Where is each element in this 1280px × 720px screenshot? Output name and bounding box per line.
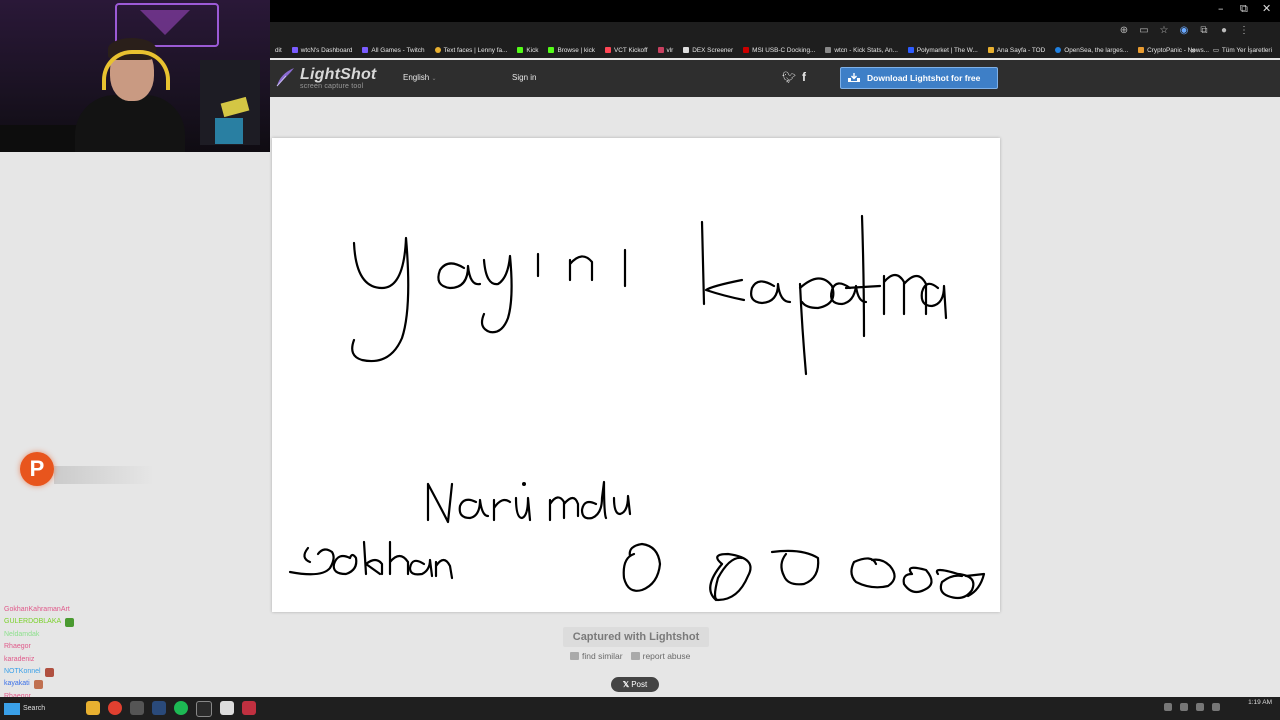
extension-icon[interactable]: ◉ [1178, 25, 1190, 37]
bookmark-item[interactable]: Browse | kick [543, 47, 600, 54]
bookmark-item[interactable]: Kick [512, 47, 543, 54]
bookmark-item[interactable]: MSI USB-C Docking... [738, 47, 820, 54]
star-icon[interactable]: ☆ [1158, 25, 1170, 37]
bookmarks-overflow-button[interactable]: » [1191, 45, 1196, 55]
stream-chat: GokhanKahramanArt GULERDOBLAKA Neldamdak… [4, 604, 75, 703]
twitch-icon [291, 47, 298, 53]
tray-icon[interactable] [1164, 703, 1172, 711]
spotify-icon[interactable] [174, 701, 188, 715]
chat-message: GULERDOBLAKA [4, 616, 75, 628]
bookmark-item[interactable]: dit [270, 47, 287, 54]
vlr-icon [657, 47, 664, 53]
download-button[interactable]: Download Lightshot for free [840, 67, 998, 89]
signin-link[interactable]: Sign in [512, 73, 536, 82]
system-tray [1164, 703, 1220, 711]
stats-icon [825, 47, 832, 53]
zoom-icon[interactable]: ⊕ [1118, 25, 1130, 37]
cloud-download-icon [848, 73, 860, 82]
download-button-label: Download Lightshot for free [867, 73, 981, 83]
screenshot-actions: find similar report abuse [570, 651, 690, 661]
polymarket-icon [907, 47, 914, 53]
windows-start-icon[interactable] [4, 702, 20, 715]
facebook-icon[interactable]: f [802, 70, 806, 84]
install-icon[interactable]: ▭ [1138, 25, 1150, 37]
emote-icon [65, 618, 75, 628]
lightshot-logo[interactable]: LightShot screen capture tool [300, 66, 376, 90]
chat-message: NOTKonnel [4, 666, 74, 678]
p-badge-icon: P [20, 452, 54, 486]
captured-with-lightshot-label[interactable]: Captured with Lightshot [563, 627, 709, 647]
close-button[interactable]: ✕ [1262, 2, 1271, 15]
chat-message: GokhanKahramanArt [4, 606, 70, 613]
bookmark-item[interactable]: vlr [653, 47, 679, 54]
xbox-icon[interactable] [196, 701, 212, 717]
webcam-overlay [0, 0, 270, 152]
msi-icon [743, 47, 750, 53]
chat-message: karadeniz [4, 655, 35, 663]
address-bar-strip: ⊕ ▭ ☆ ◉ ⧉ ● ⋮ [270, 22, 1280, 42]
bookmark-item[interactable]: wtcn - Kick Stats, An... [820, 47, 903, 54]
bookmark-item[interactable]: VCT Kickoff [600, 47, 653, 54]
taskbar-apps [86, 701, 256, 717]
bookmark-item[interactable]: Text faces | Lenny fa... [430, 47, 513, 54]
report-abuse-link[interactable]: report abuse [630, 651, 690, 661]
feather-logo-icon [276, 68, 294, 87]
bookmarks-bar: dit wtcN's Dashboard All Games - Twitch … [270, 42, 1280, 58]
all-bookmarks-link[interactable]: Tüm Yer İşaretleri [1222, 47, 1272, 54]
maximize-button[interactable]: ⧉ [1240, 2, 1248, 16]
steam-icon[interactable] [152, 701, 166, 715]
folder-icon: ▭ [1212, 47, 1219, 54]
chat-message: kayakati [4, 678, 74, 690]
tray-icon[interactable] [1212, 703, 1220, 711]
chrome-icon[interactable] [108, 701, 122, 715]
tray-icon[interactable] [1180, 703, 1188, 711]
app-icon[interactable] [220, 701, 234, 715]
x-post-button[interactable]: 𝕏 Post [611, 677, 659, 692]
language-select[interactable]: English ⌄ [403, 73, 437, 82]
twitch-icon [362, 47, 369, 53]
camera-icon [570, 652, 579, 660]
chevron-down-icon: ⌄ [431, 76, 437, 82]
valorant-icon[interactable] [242, 701, 256, 715]
kick-icon [548, 47, 555, 53]
menu-icon[interactable]: ⋮ [1238, 25, 1250, 37]
bookmark-item[interactable]: DEX Screener [678, 47, 738, 54]
flag-icon [630, 652, 640, 660]
obs-icon[interactable] [130, 701, 144, 715]
handwritten-drawing [288, 214, 986, 602]
bookmark-item[interactable]: Polymarket | The W... [903, 47, 983, 54]
opensea-icon [1055, 47, 1062, 53]
logo-tagline: screen capture tool [300, 83, 364, 90]
p-badge-bar [54, 466, 154, 484]
bookmark-item[interactable]: wtcN's Dashboard [287, 47, 358, 54]
find-similar-link[interactable]: find similar [570, 651, 623, 661]
bookmark-item[interactable]: All Games - Twitch [357, 47, 429, 54]
file-explorer-icon[interactable] [86, 701, 100, 715]
dex-icon [683, 47, 690, 53]
windows-taskbar: Search 1:19 AM [0, 697, 1280, 720]
puzzle-icon[interactable]: ⧉ [1198, 25, 1210, 37]
profile-avatar[interactable]: ● [1218, 25, 1230, 37]
bookmark-item[interactable]: OpenSea, the larges... [1050, 47, 1133, 54]
vct-icon [605, 47, 611, 53]
captured-screenshot-image [272, 138, 1000, 612]
chat-message: Rhaegor [4, 643, 31, 651]
tray-icon[interactable] [1196, 703, 1204, 711]
emote-icon [44, 667, 54, 677]
bookmark-item[interactable]: Ana Sayfa - TOD [983, 47, 1050, 54]
x-logo-icon: 𝕏 [622, 680, 630, 689]
lightshot-header: LightShot screen capture tool English ⌄ … [270, 60, 1280, 97]
twitter-icon[interactable]: 🐦︎ [782, 71, 796, 84]
emote-icon [33, 680, 43, 690]
tod-icon [987, 47, 994, 53]
smiley-icon [434, 47, 441, 53]
kick-icon [517, 47, 524, 53]
taskbar-clock[interactable]: 1:19 AM [1248, 699, 1272, 707]
taskbar-search[interactable]: Search [4, 701, 64, 716]
cryptopanic-icon [1138, 47, 1145, 53]
chat-message: Neldamdak [4, 630, 40, 638]
minimize-button[interactable]: – [1218, 2, 1224, 15]
